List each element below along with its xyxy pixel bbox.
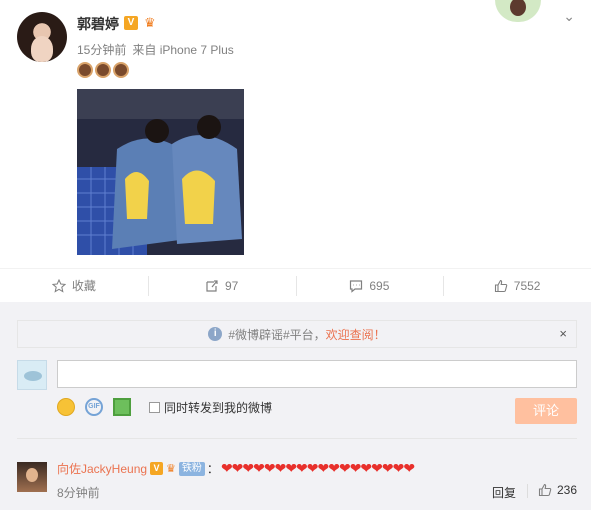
thumbs-up-icon bbox=[538, 483, 552, 497]
vip-crown-icon: ♛ bbox=[144, 15, 156, 30]
thumbs-up-icon bbox=[494, 279, 508, 292]
verified-badge: V bbox=[150, 462, 164, 475]
repost-icon bbox=[206, 279, 218, 292]
rumor-notice-banner: i #微博辟谣#平台， 欢迎查阅！ bbox=[17, 320, 577, 348]
verified-badge: V bbox=[124, 16, 138, 30]
comment-icon bbox=[350, 279, 363, 293]
star-icon bbox=[51, 278, 66, 293]
favorite-button[interactable]: 收藏 bbox=[0, 276, 148, 296]
weibo-post: 郭碧婷 V ♛ 15分钟前 来自 iPhone 7 Plus ⌄ bbox=[0, 0, 591, 268]
author-name[interactable]: 郭碧婷 bbox=[77, 14, 119, 34]
current-user-avatar bbox=[17, 360, 47, 390]
comment-button[interactable]: 695 bbox=[295, 275, 444, 296]
vip-crown-icon: ♛ bbox=[166, 463, 176, 475]
decor-avatar bbox=[495, 0, 541, 22]
emoji-icon bbox=[113, 62, 129, 78]
comment-like-count: 236 bbox=[557, 483, 578, 497]
emoji-icon bbox=[95, 62, 111, 78]
composer-toolbar: GIF 同时转发到我的微博 bbox=[57, 398, 272, 416]
commenter-avatar[interactable] bbox=[17, 462, 47, 492]
notice-link[interactable]: 欢迎查阅！ bbox=[326, 326, 386, 343]
post-actions: 收藏 97 695 7552 bbox=[0, 268, 591, 302]
post-source: 来自 iPhone 7 Plus bbox=[132, 43, 234, 57]
post-photo[interactable] bbox=[77, 89, 244, 255]
repost-button[interactable]: 97 bbox=[147, 275, 296, 296]
info-icon: i bbox=[208, 327, 223, 341]
comment-input[interactable] bbox=[57, 360, 577, 388]
post-meta: 15分钟前 来自 iPhone 7 Plus bbox=[77, 41, 240, 58]
comment-time: 8分钟前 bbox=[57, 486, 100, 500]
divider bbox=[527, 484, 528, 498]
chevron-down-icon[interactable]: ⌄ bbox=[563, 8, 575, 25]
author-avatar[interactable] bbox=[17, 12, 67, 62]
fan-badge: 铁粉 bbox=[178, 461, 205, 476]
commenter-name[interactable]: 向佐JackyHeung bbox=[57, 460, 147, 477]
notice-text[interactable]: #微博辟谣#平台， bbox=[228, 326, 325, 343]
divider bbox=[17, 438, 577, 439]
like-button[interactable]: 7552 bbox=[443, 275, 591, 296]
comment-colon: ： bbox=[206, 462, 219, 476]
reply-button[interactable]: 回复 bbox=[492, 484, 516, 501]
comment-text: ❤❤❤❤❤❤❤❤❤❤❤❤❤❤❤❤❤❤ bbox=[220, 460, 415, 476]
emoji-icon bbox=[77, 62, 93, 78]
submit-comment-button[interactable]: 评论 bbox=[515, 398, 577, 424]
post-text-emojis bbox=[77, 62, 129, 78]
close-icon[interactable]: × bbox=[559, 326, 567, 341]
emoji-picker-icon[interactable] bbox=[57, 398, 75, 416]
comment-like-button[interactable]: 236 bbox=[538, 483, 577, 497]
repost-checkbox[interactable] bbox=[149, 401, 160, 413]
comment-content: 向佐JackyHeung V ♛ 铁粉 ： ❤❤❤❤❤❤❤❤❤❤❤❤❤❤❤❤❤❤ bbox=[57, 460, 415, 477]
image-upload-icon[interactable] bbox=[113, 398, 131, 416]
post-time[interactable]: 15分钟前 bbox=[77, 43, 126, 57]
gif-icon[interactable]: GIF bbox=[85, 398, 103, 416]
repost-checkbox-label[interactable]: 同时转发到我的微博 bbox=[164, 399, 272, 416]
